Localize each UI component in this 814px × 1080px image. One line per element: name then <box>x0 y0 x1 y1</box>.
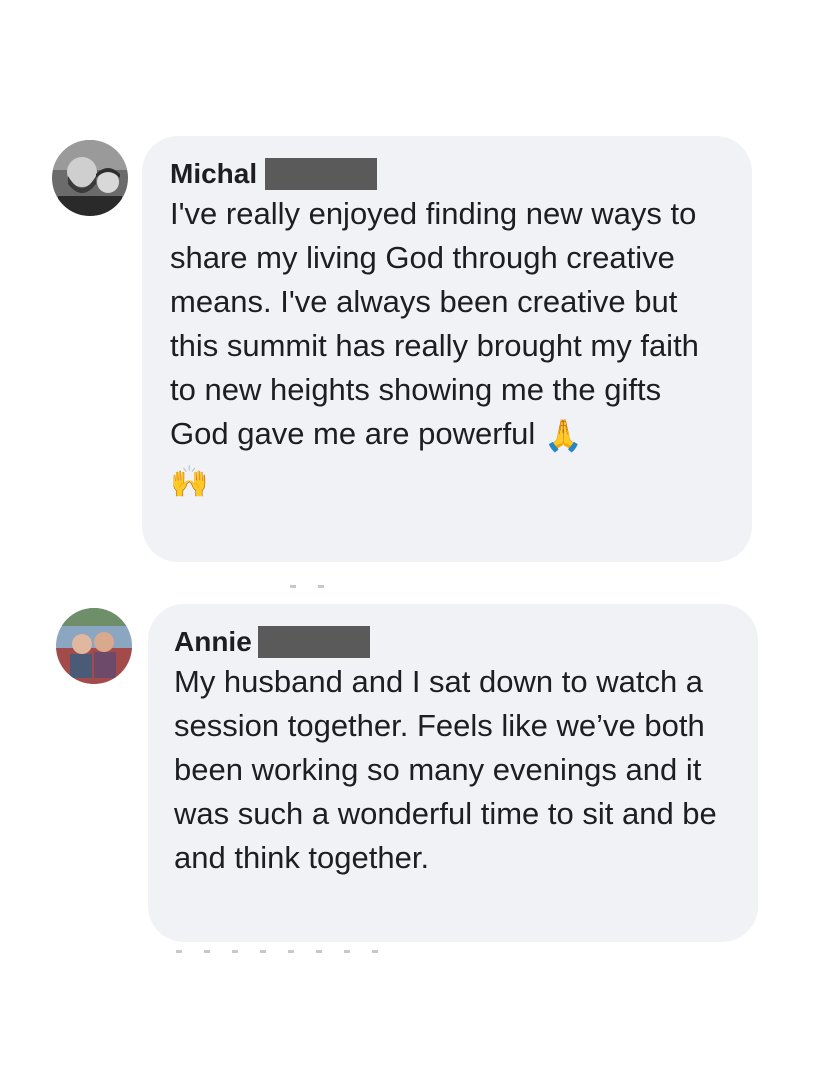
redacted-surname <box>265 158 378 190</box>
comment-text: My husband and I sat down to watch a ses… <box>174 660 734 880</box>
author-name[interactable]: Michal <box>170 158 257 190</box>
comment-text: I've really enjoyed finding new ways to … <box>170 192 728 504</box>
comment-body: I've really enjoyed finding new ways to … <box>170 196 699 451</box>
divider <box>290 585 330 588</box>
praying-hands-icon: 🙏 <box>543 417 583 453</box>
comment-author[interactable]: Michal <box>170 158 728 190</box>
comment-bubble: Michal I've really enjoyed finding new w… <box>142 136 752 562</box>
raising-hands-icon: 🙌 <box>170 463 209 499</box>
comment-body: My husband and I sat down to watch a ses… <box>174 664 717 875</box>
comment-author[interactable]: Annie <box>174 626 734 658</box>
comment-bubble: Annie My husband and I sat down to watch… <box>148 604 758 942</box>
avatar[interactable] <box>56 608 132 684</box>
author-name[interactable]: Annie <box>174 626 252 658</box>
redacted-surname <box>257 626 370 658</box>
divider <box>176 950 396 953</box>
avatar[interactable] <box>52 140 128 216</box>
